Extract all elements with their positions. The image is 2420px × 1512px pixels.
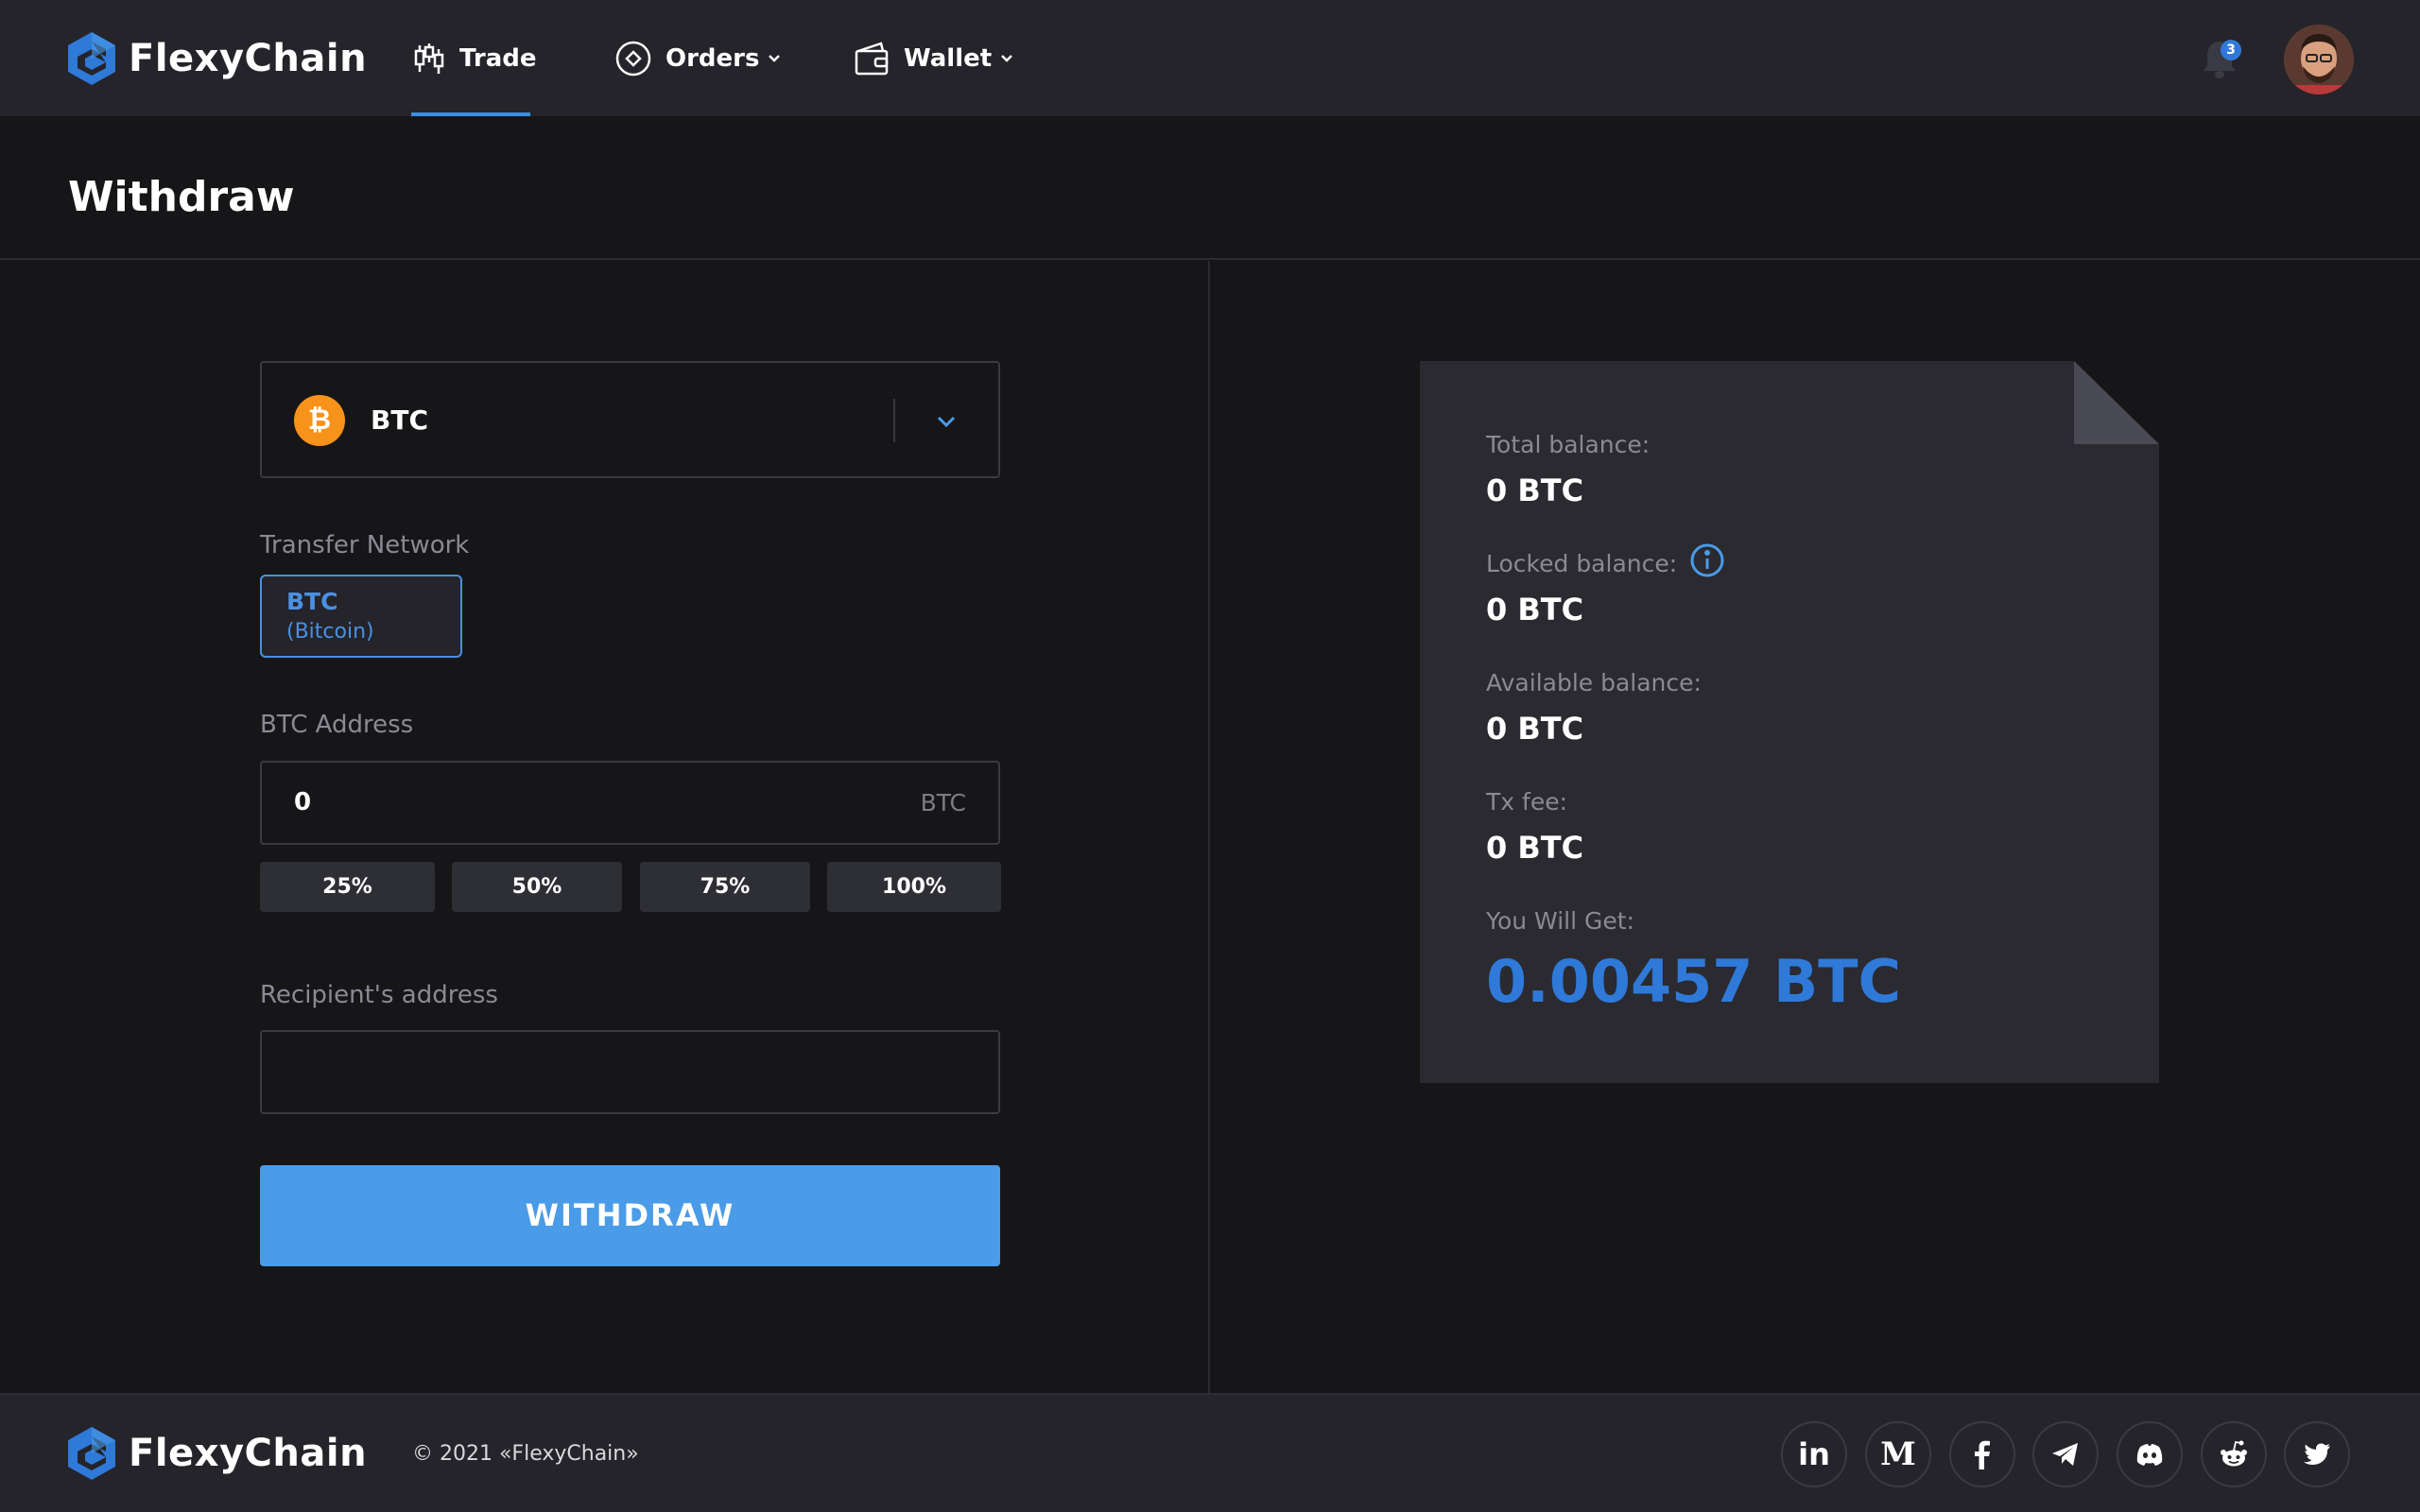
reddit-icon bbox=[2221, 1440, 2247, 1467]
recipient-label: Recipient's address bbox=[260, 981, 498, 1009]
network-option-btc[interactable]: BTC (Bitcoin) bbox=[260, 575, 462, 658]
you-will-get-label: You Will Get: bbox=[1486, 907, 1634, 935]
facebook-link[interactable] bbox=[1949, 1421, 2015, 1487]
amount-value: 0 bbox=[294, 788, 312, 816]
orders-icon bbox=[615, 41, 651, 77]
withdraw-button[interactable]: WITHDRAW bbox=[260, 1165, 1000, 1266]
info-icon[interactable] bbox=[1689, 542, 1725, 578]
nav-trade-label: Trade bbox=[459, 44, 537, 73]
twitter-link[interactable] bbox=[2284, 1421, 2350, 1487]
linkedin-link[interactable]: in bbox=[1781, 1421, 1847, 1487]
chevron-down-icon[interactable] bbox=[935, 410, 958, 433]
wallet-icon bbox=[855, 42, 889, 76]
chevron-down-icon bbox=[1001, 55, 1013, 62]
dropdown-separator bbox=[893, 399, 895, 442]
total-balance-value: 0 BTC bbox=[1486, 472, 1584, 508]
nav-orders-label: Orders bbox=[666, 44, 760, 73]
bitcoin-icon: ₿ bbox=[294, 395, 345, 446]
amount-input[interactable]: 0 BTC bbox=[260, 761, 1000, 845]
reddit-link[interactable] bbox=[2201, 1421, 2267, 1487]
tx-fee-label: Tx fee: bbox=[1486, 788, 1567, 816]
brand-name: FlexyChain bbox=[129, 37, 368, 80]
linkedin-icon: in bbox=[1798, 1436, 1830, 1472]
user-photo-icon bbox=[2284, 25, 2354, 94]
footer-brand-logo[interactable]: FlexyChain bbox=[66, 1423, 367, 1484]
brand-logo[interactable]: FlexyChain bbox=[66, 28, 367, 89]
copyright: © 2021 «FlexyChain» bbox=[412, 1442, 639, 1466]
available-balance-value: 0 BTC bbox=[1486, 711, 1584, 747]
footer-brand-name: FlexyChain bbox=[129, 1432, 368, 1475]
nav-orders[interactable]: Orders bbox=[614, 38, 782, 79]
discord-icon bbox=[2136, 1444, 2163, 1466]
network-name: (Bitcoin) bbox=[286, 620, 374, 644]
nav-trade[interactable]: Trade bbox=[412, 38, 537, 79]
page-header: Withdraw bbox=[0, 116, 2420, 260]
percent-25-button[interactable]: 25% bbox=[260, 862, 435, 912]
locked-balance-label: Locked balance: bbox=[1486, 550, 1678, 577]
user-avatar[interactable] bbox=[2284, 25, 2354, 94]
available-balance-label: Available balance: bbox=[1486, 669, 1702, 696]
medium-link[interactable]: M bbox=[1865, 1421, 1931, 1487]
balance-summary-card: Total balance: 0 BTC Locked balance: 0 B… bbox=[1420, 361, 2159, 1083]
flexychain-logo-icon bbox=[68, 32, 115, 85]
discord-link[interactable] bbox=[2117, 1421, 2183, 1487]
percent-50-button[interactable]: 50% bbox=[452, 862, 622, 912]
footer: FlexyChain © 2021 «FlexyChain» in M bbox=[0, 1393, 2420, 1512]
network-code: BTC bbox=[286, 588, 338, 615]
percent-75-button[interactable]: 75% bbox=[640, 862, 810, 912]
page-title: Withdraw bbox=[68, 173, 295, 221]
nav-wallet[interactable]: Wallet bbox=[853, 38, 1014, 79]
locked-balance-value: 0 BTC bbox=[1486, 592, 1584, 627]
notification-badge: 3 bbox=[2221, 40, 2241, 60]
percent-100-button[interactable]: 100% bbox=[827, 862, 1001, 912]
top-navbar: FlexyChain Trade Orders Wallet 3 bbox=[0, 0, 2420, 116]
coin-select-dropdown[interactable]: ₿ BTC bbox=[260, 361, 1000, 478]
chevron-down-icon bbox=[769, 55, 781, 62]
facebook-icon bbox=[1975, 1440, 1990, 1469]
flexychain-logo-icon bbox=[68, 1427, 115, 1480]
medium-icon: M bbox=[1880, 1435, 1916, 1473]
telegram-icon bbox=[2052, 1443, 2078, 1466]
twitter-icon bbox=[2304, 1443, 2330, 1465]
telegram-link[interactable] bbox=[2032, 1421, 2099, 1487]
total-balance-label: Total balance: bbox=[1486, 431, 1651, 458]
tx-fee-value: 0 BTC bbox=[1486, 830, 1584, 866]
recipient-address-input[interactable] bbox=[260, 1030, 1000, 1114]
column-divider bbox=[1208, 261, 1210, 1393]
candlestick-chart-icon bbox=[414, 43, 444, 74]
transfer-network-label: Transfer Network bbox=[260, 531, 470, 559]
card-corner-fold bbox=[2074, 361, 2159, 444]
you-will-get-value: 0.00457 BTC bbox=[1486, 947, 1902, 1016]
address-label: BTC Address bbox=[260, 711, 414, 739]
selected-coin: BTC bbox=[371, 404, 428, 436]
nav-wallet-label: Wallet bbox=[904, 44, 993, 73]
amount-unit: BTC bbox=[920, 789, 966, 816]
